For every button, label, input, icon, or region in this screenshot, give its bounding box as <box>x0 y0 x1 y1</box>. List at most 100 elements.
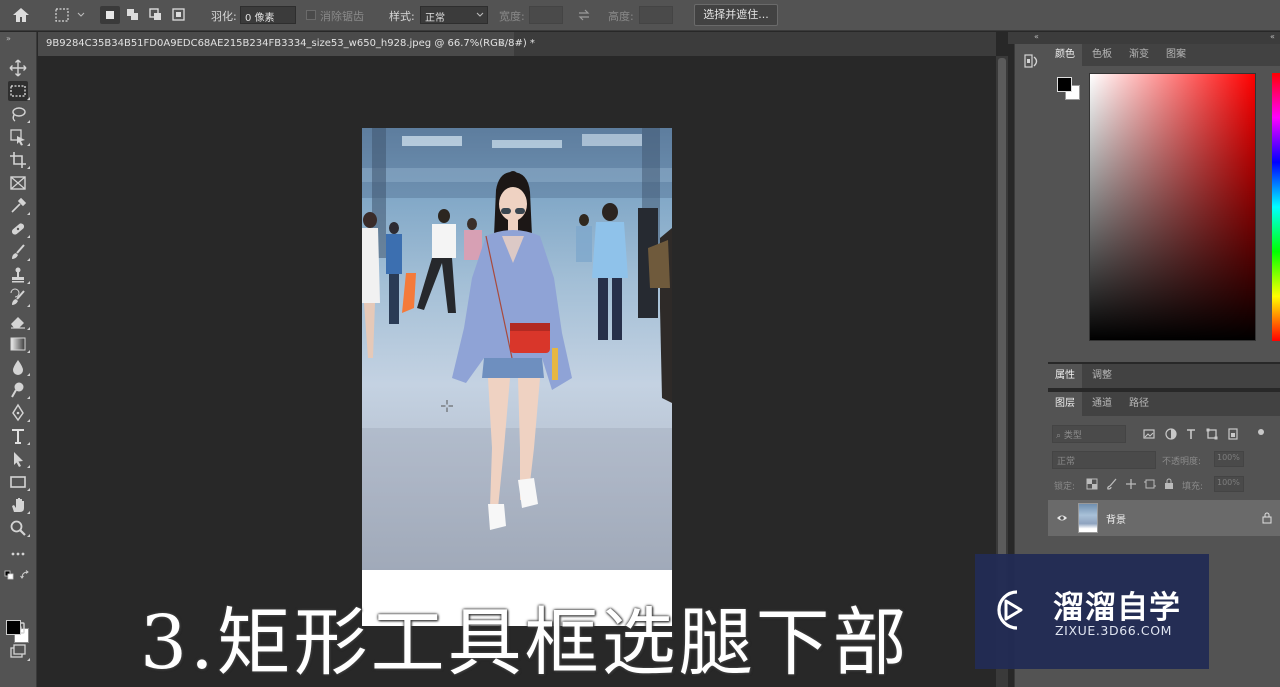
filter-toggle-icon[interactable] <box>1254 425 1268 439</box>
tool-preset-picker[interactable] <box>52 6 88 24</box>
shape-filter-icon[interactable] <box>1205 427 1219 441</box>
layers-panel-tabs: 图层 通道 路径 <box>1048 392 1280 416</box>
lock-transparency-icon[interactable] <box>1086 478 1098 490</box>
swap-icon[interactable] <box>576 7 592 23</box>
color-panel-tabs: 颜色 色板 渐变 图案 <box>1048 44 1280 66</box>
tab-properties[interactable]: 属性 <box>1048 364 1082 388</box>
eraser-tool-icon[interactable] <box>8 311 30 331</box>
history-brush-tool-icon[interactable] <box>8 288 30 308</box>
fill-input[interactable]: 100% <box>1214 476 1244 492</box>
select-and-mask-button[interactable]: 选择并遮住... <box>694 4 778 26</box>
height-label: 高度: <box>608 10 634 23</box>
watermark-name: 溜溜自学 <box>1053 590 1181 626</box>
layer-filter-select[interactable]: ⌕ 类型 <box>1052 425 1126 443</box>
hue-slider[interactable] <box>1272 73 1280 341</box>
cursor-crosshair-icon <box>441 400 453 412</box>
layer-row-background[interactable]: 背景 <box>1048 500 1280 536</box>
lock-position-icon[interactable] <box>1125 478 1137 490</box>
clone-stamp-tool-icon[interactable] <box>8 265 30 285</box>
properties-panel: 属性 调整 <box>1048 364 1280 388</box>
rectangle-tool-icon[interactable] <box>8 472 30 492</box>
zoom-tool-icon[interactable] <box>8 518 30 538</box>
color-picker-field[interactable] <box>1089 73 1256 341</box>
pen-tool-icon[interactable] <box>8 403 30 423</box>
opacity-input[interactable]: 100% <box>1214 451 1244 467</box>
layer-name: 背景 <box>1106 515 1126 526</box>
color-panel-foreground-swatch[interactable] <box>1057 77 1072 92</box>
scrollbar-thumb[interactable] <box>998 58 1006 598</box>
feather-label: 羽化: <box>211 10 237 23</box>
type-tool-icon[interactable] <box>8 426 30 446</box>
subtract-from-selection-button[interactable] <box>146 6 166 24</box>
path-selection-tool-icon[interactable] <box>8 449 30 469</box>
collapse-dock-icon[interactable]: « <box>1034 32 1039 41</box>
panel-grip-icon[interactable]: » <box>6 34 11 43</box>
opacity-label: 不透明度: <box>1162 457 1202 467</box>
tab-swatches[interactable]: 色板 <box>1085 44 1119 66</box>
add-to-selection-button[interactable] <box>123 6 143 24</box>
object-selection-tool-icon[interactable] <box>8 127 30 147</box>
default-colors-icon[interactable] <box>4 570 15 581</box>
more-tools-icon[interactable] <box>8 544 28 564</box>
tab-adjustments[interactable]: 调整 <box>1085 364 1119 388</box>
style-select-value: 正常 <box>425 13 445 24</box>
eyedropper-tool-icon[interactable] <box>8 196 30 216</box>
intersect-selection-button[interactable] <box>169 6 189 24</box>
lasso-tool-icon[interactable] <box>8 104 30 124</box>
chevron-down-icon <box>476 12 484 17</box>
close-tab-icon[interactable]: × <box>498 32 506 56</box>
tab-patterns[interactable]: 图案 <box>1159 44 1193 66</box>
style-select[interactable]: 正常 <box>420 6 488 24</box>
screen-mode-icon[interactable] <box>8 642 30 662</box>
gradient-tool-icon[interactable] <box>8 334 30 354</box>
height-input[interactable] <box>639 6 673 24</box>
tab-channels[interactable]: 通道 <box>1085 392 1119 416</box>
collapse-panels-icon[interactable]: « <box>1270 32 1275 41</box>
tab-color[interactable]: 颜色 <box>1048 44 1082 66</box>
crop-tool-icon[interactable] <box>8 150 30 170</box>
hand-tool-icon[interactable] <box>8 495 30 515</box>
photo-layer-image <box>362 128 672 570</box>
tutorial-caption: 3.矩形工具框选腿下部 <box>140 600 910 686</box>
antialias-checkbox[interactable] <box>306 10 316 20</box>
width-label: 宽度: <box>499 10 525 23</box>
watermark: 溜溜自学 ZIXUE.3D66.COM <box>975 554 1209 669</box>
lock-all-icon[interactable] <box>1163 478 1175 490</box>
blend-mode-select[interactable]: 正常 <box>1052 451 1156 469</box>
type-filter-icon[interactable] <box>1184 427 1198 441</box>
feather-input[interactable]: 0 像素 <box>240 6 296 24</box>
document-canvas[interactable] <box>362 128 672 626</box>
color-panel: 颜色 色板 渐变 图案 <box>1048 44 1280 362</box>
adjustment-filter-icon[interactable] <box>1164 427 1178 441</box>
options-bar: 羽化: 0 像素 消除锯齿 样式: 正常 宽度: 高度: 选择并遮住... <box>0 0 1280 31</box>
rectangular-marquee-tool-icon[interactable] <box>8 81 30 101</box>
style-label: 样式: <box>389 10 415 23</box>
tab-paths[interactable]: 路径 <box>1122 392 1156 416</box>
blur-tool-icon[interactable] <box>8 357 30 377</box>
foreground-color-swatch[interactable] <box>6 620 21 635</box>
layer-lock-icon <box>1262 512 1272 524</box>
eye-visibility-icon[interactable] <box>1056 512 1068 524</box>
tab-layers[interactable]: 图层 <box>1048 392 1082 416</box>
play-logo-icon <box>987 586 1035 634</box>
antialias-label: 消除锯齿 <box>320 10 364 23</box>
learn-panel-icon[interactable] <box>1022 52 1042 72</box>
new-selection-button[interactable] <box>100 6 120 24</box>
document-tab[interactable]: 9B9284C35B34B51FD0A9EDC68AE215B234FB3334… <box>38 32 535 56</box>
swap-colors-icon[interactable] <box>20 570 31 581</box>
pixel-filter-icon[interactable] <box>1142 427 1156 441</box>
search-icon: ⌕ <box>1056 431 1064 441</box>
smart-object-filter-icon[interactable] <box>1226 427 1240 441</box>
healing-brush-tool-icon[interactable] <box>8 219 30 239</box>
brush-tool-icon[interactable] <box>8 242 30 262</box>
dodge-tool-icon[interactable] <box>8 380 30 400</box>
watermark-url: ZIXUE.3D66.COM <box>1055 623 1173 638</box>
home-icon[interactable] <box>10 5 32 25</box>
frame-tool-icon[interactable] <box>8 173 28 193</box>
document-tab-title: 9B9284C35B34B51FD0A9EDC68AE215B234FB3334… <box>46 38 535 49</box>
lock-pixels-icon[interactable] <box>1106 478 1118 490</box>
tab-gradients[interactable]: 渐变 <box>1122 44 1156 66</box>
lock-artboard-icon[interactable] <box>1144 478 1156 490</box>
move-tool-icon[interactable] <box>8 58 28 78</box>
width-input[interactable] <box>529 6 563 24</box>
